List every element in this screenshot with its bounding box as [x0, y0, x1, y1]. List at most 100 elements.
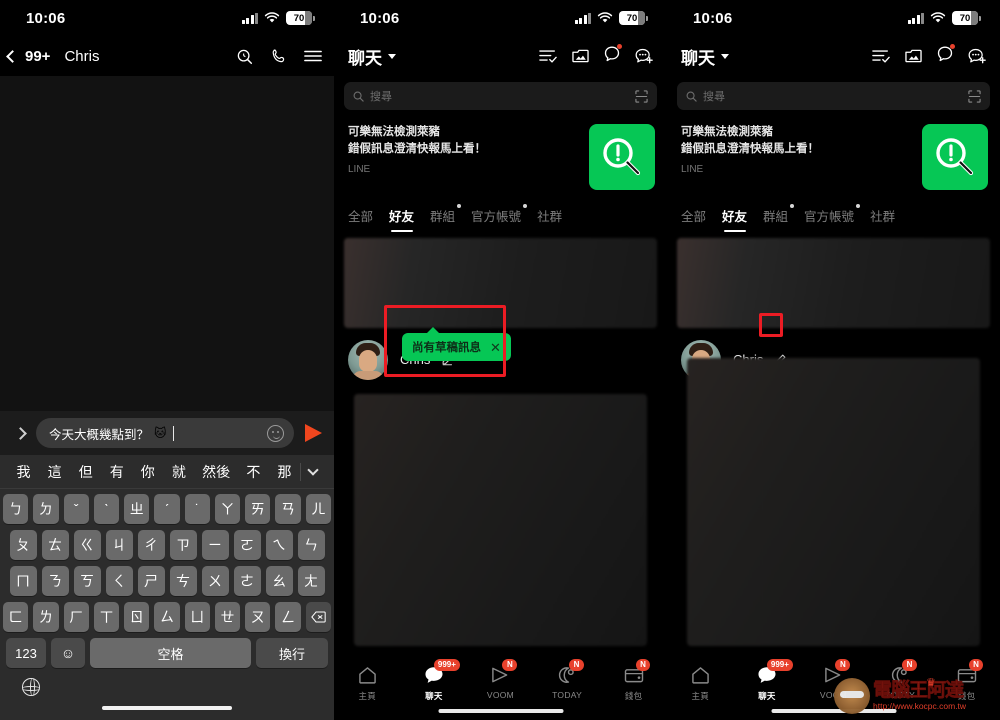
blurred-list-item[interactable] [677, 238, 990, 328]
back-button[interactable]: 99+ [6, 48, 50, 65]
openchat-icon[interactable] [604, 43, 622, 67]
key[interactable]: ㄡ [245, 602, 271, 632]
send-arrow-icon[interactable] [305, 424, 322, 442]
candidate[interactable]: 然後 [194, 462, 237, 482]
qr-scan-icon[interactable] [635, 89, 648, 103]
key[interactable]: ㄜ [233, 566, 261, 596]
candidate[interactable]: 不 [238, 462, 269, 482]
key[interactable]: ㄝ [214, 602, 241, 632]
backspace-icon[interactable] [305, 602, 331, 632]
key[interactable]: ㄛ [233, 530, 261, 560]
chevron-down-icon[interactable] [299, 462, 326, 481]
bottom-nav-item-home[interactable]: 主頁 [334, 664, 401, 702]
key[interactable]: ㄟ [265, 530, 293, 560]
phone-icon[interactable] [270, 48, 287, 65]
smiley-icon[interactable] [267, 424, 284, 442]
message-input[interactable]: 今天大概幾點到？ 🐱 [36, 418, 294, 448]
search-bar[interactable]: 搜尋 [344, 82, 657, 110]
key[interactable]: ㄈ [3, 602, 29, 632]
tab-groups[interactable]: 群組 [430, 204, 462, 232]
key[interactable]: ㄗ [169, 530, 197, 560]
qr-scan-icon[interactable] [968, 89, 981, 103]
key[interactable]: ㄇ [9, 566, 37, 596]
bottom-nav-item-wallet[interactable]: N 錢包 [600, 659, 667, 702]
page-title[interactable]: 聊天 [681, 44, 715, 69]
key[interactable]: ˙ [184, 494, 210, 524]
bottom-nav-item-voom[interactable]: N VOOM [467, 659, 534, 700]
key[interactable]: ㄕ [137, 566, 165, 596]
key[interactable]: ㄏ [63, 602, 89, 632]
add-chat-icon[interactable] [635, 48, 653, 64]
bottom-nav-item-today[interactable]: N TODAY [534, 659, 601, 700]
checklist-icon[interactable] [539, 49, 557, 63]
draft-tooltip[interactable]: 尚有草稿訊息 ✕ [402, 327, 511, 361]
tab-groups[interactable]: 群組 [763, 204, 795, 232]
key[interactable]: ˊ [154, 494, 180, 524]
tab-friends[interactable]: 好友 [389, 206, 414, 232]
key[interactable]: ㄖ [124, 602, 150, 632]
key[interactable]: ㄊ [41, 530, 69, 560]
key[interactable]: ㄩ [184, 602, 210, 632]
blurred-list-item[interactable] [687, 358, 980, 646]
key[interactable]: ㄤ [297, 566, 325, 596]
news-banner[interactable]: 可樂無法檢測萊豬 錯假訊息澄清快報馬上看！ LINE [667, 110, 1000, 198]
key[interactable]: ㄆ [9, 530, 37, 560]
key[interactable]: ㄙ [154, 602, 180, 632]
tab-friends[interactable]: 好友 [722, 206, 747, 232]
tab-official[interactable]: 官方帳號 [804, 204, 861, 232]
search-bar[interactable]: 搜尋 [677, 82, 990, 110]
bottom-nav-item-chat[interactable]: 999+ 聊天 [401, 659, 468, 702]
key[interactable]: ㄋ [41, 566, 69, 596]
candidate[interactable]: 就 [163, 462, 194, 482]
key[interactable]: ㄦ [305, 494, 331, 524]
key[interactable]: ㄘ [169, 566, 197, 596]
key[interactable]: ㄐ [105, 530, 133, 560]
key[interactable]: ㄢ [275, 494, 301, 524]
candidate[interactable]: 有 [101, 462, 132, 482]
key[interactable]: ㄍ [73, 530, 101, 560]
tab-official[interactable]: 官方帳號 [471, 204, 528, 232]
key[interactable]: ㄨ [201, 566, 229, 596]
space-key[interactable]: 空格 [90, 638, 251, 668]
add-chat-icon[interactable] [968, 48, 986, 64]
key[interactable]: ㄎ [73, 566, 101, 596]
key[interactable]: ㄚ [214, 494, 241, 524]
checklist-icon[interactable] [872, 49, 890, 63]
numeric-key[interactable]: 123 [6, 638, 46, 668]
blurred-list-item[interactable] [344, 238, 657, 328]
candidate[interactable]: 我 [8, 462, 39, 482]
candidate[interactable]: 你 [132, 462, 163, 482]
candidate[interactable]: 但 [70, 462, 101, 482]
globe-icon[interactable] [21, 677, 40, 696]
close-icon[interactable]: ✕ [490, 341, 501, 354]
key[interactable]: ㄥ [275, 602, 301, 632]
tab-all[interactable]: 全部 [348, 206, 373, 232]
candidate[interactable]: 這 [39, 462, 70, 482]
key[interactable]: ㄑ [105, 566, 133, 596]
photo-album-icon[interactable] [905, 48, 922, 64]
bottom-nav-item-home[interactable]: 主頁 [667, 664, 734, 702]
menu-icon[interactable] [304, 49, 322, 63]
key[interactable]: ㄒ [93, 602, 120, 632]
photo-album-icon[interactable] [572, 48, 589, 64]
key[interactable]: ㄔ [137, 530, 165, 560]
news-banner[interactable]: 可樂無法檢測萊豬 錯假訊息澄清快報馬上看！ LINE [334, 110, 667, 198]
candidate[interactable]: 那 [269, 462, 300, 482]
key[interactable]: ㄠ [265, 566, 293, 596]
key[interactable]: ㄓ [124, 494, 150, 524]
key[interactable]: ㄅ [3, 494, 29, 524]
key[interactable]: ㄌ [33, 602, 59, 632]
chevron-down-icon[interactable] [721, 53, 729, 59]
key[interactable]: ㄉ [33, 494, 59, 524]
tab-all[interactable]: 全部 [681, 206, 706, 232]
enter-key[interactable]: 換行 [256, 638, 328, 668]
chevron-down-icon[interactable] [388, 53, 396, 59]
avatar[interactable] [348, 340, 388, 380]
key[interactable]: ˋ [93, 494, 120, 524]
tab-community[interactable]: 社群 [870, 206, 895, 232]
page-title[interactable]: 聊天 [348, 44, 382, 69]
openchat-icon[interactable] [937, 43, 955, 67]
tab-community[interactable]: 社群 [537, 206, 562, 232]
bottom-nav-item-chat[interactable]: 999+ 聊天 [734, 659, 801, 702]
emoji-key-icon[interactable]: ☺ [51, 638, 85, 668]
